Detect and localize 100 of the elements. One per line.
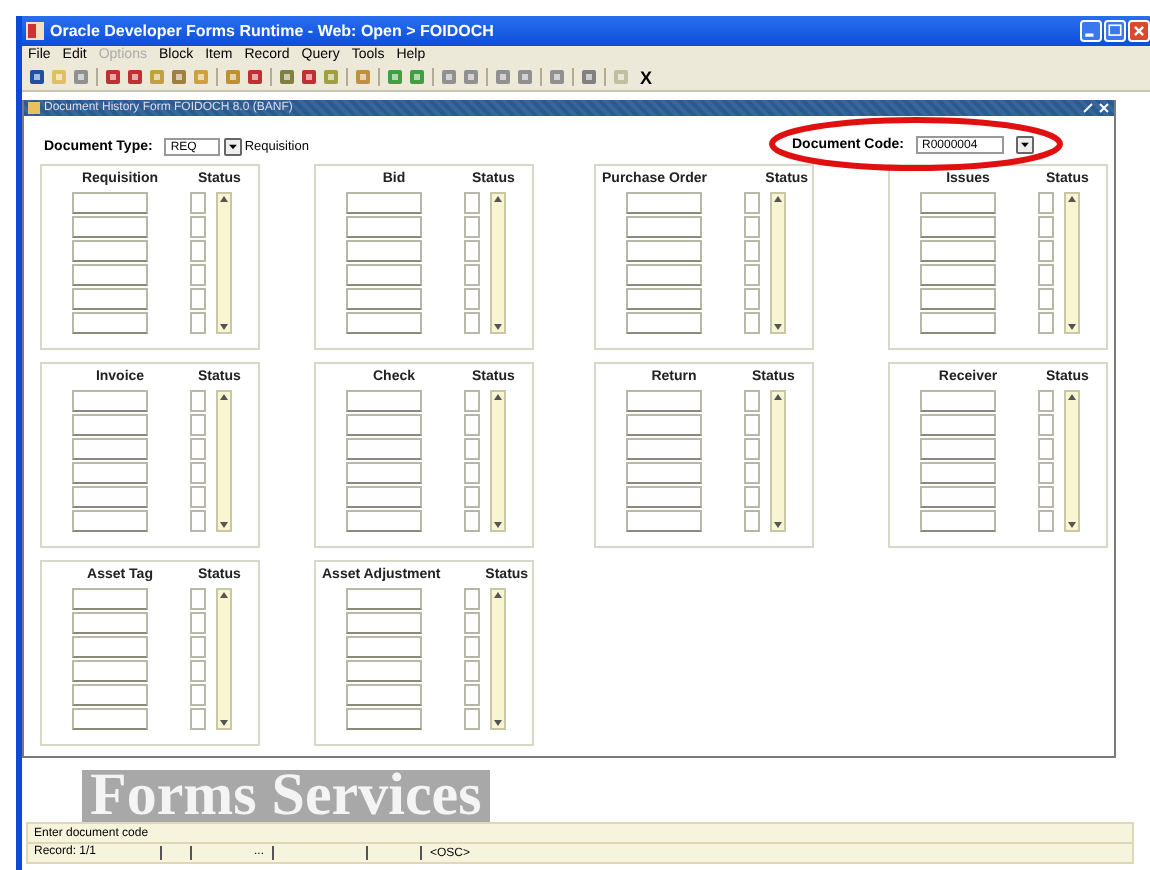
scrollbar[interactable] xyxy=(770,390,786,533)
status-field[interactable] xyxy=(190,312,206,335)
down-arrow-icon[interactable] xyxy=(772,320,784,333)
status-field[interactable] xyxy=(464,684,480,707)
input-field[interactable] xyxy=(920,510,996,533)
scrollbar[interactable] xyxy=(490,390,506,533)
input-field[interactable] xyxy=(920,438,996,461)
status-field[interactable] xyxy=(190,264,206,287)
dropdown-button[interactable] xyxy=(224,137,243,156)
input-field[interactable] xyxy=(920,486,996,509)
input-field[interactable] xyxy=(920,288,996,311)
input-field[interactable] xyxy=(346,510,422,533)
input-field[interactable] xyxy=(72,708,148,731)
maximize-button[interactable] xyxy=(1104,19,1126,42)
input-field[interactable] xyxy=(920,312,996,335)
status-field[interactable] xyxy=(464,612,480,635)
status-field[interactable] xyxy=(190,438,206,461)
input-field[interactable] xyxy=(346,636,422,659)
input-field[interactable] xyxy=(626,510,702,533)
status-field[interactable] xyxy=(744,288,760,311)
up-arrow-icon[interactable] xyxy=(1066,194,1078,207)
input-field[interactable] xyxy=(72,486,148,509)
status-field[interactable] xyxy=(744,438,760,461)
exit-button[interactable]: X xyxy=(640,67,653,88)
input-field[interactable] xyxy=(72,462,148,485)
down-arrow-icon[interactable] xyxy=(772,518,784,531)
input-field[interactable] xyxy=(72,240,148,263)
status-field[interactable] xyxy=(1038,312,1054,335)
status-field[interactable] xyxy=(190,684,206,707)
up-arrow-icon[interactable] xyxy=(218,392,230,405)
input-field[interactable] xyxy=(920,264,996,287)
up-arrow-icon[interactable] xyxy=(772,194,784,207)
input-field[interactable] xyxy=(346,414,422,437)
input-field[interactable] xyxy=(626,462,702,485)
status-field[interactable] xyxy=(464,288,480,311)
status-field[interactable] xyxy=(1038,390,1054,413)
status-field[interactable] xyxy=(464,588,480,611)
input-field[interactable] xyxy=(346,612,422,635)
status-field[interactable] xyxy=(1038,438,1054,461)
status-field[interactable] xyxy=(190,588,206,611)
input-field[interactable] xyxy=(72,312,148,335)
input-field[interactable] xyxy=(920,462,996,485)
scrollbar[interactable] xyxy=(1064,390,1080,533)
status-field[interactable] xyxy=(464,486,480,509)
status-field[interactable] xyxy=(744,414,760,437)
input-field[interactable] xyxy=(626,288,702,311)
input-field[interactable] xyxy=(920,390,996,413)
minimize-button[interactable] xyxy=(1080,19,1102,42)
status-field[interactable] xyxy=(190,462,206,485)
input-field[interactable] xyxy=(72,660,148,683)
scrollbar[interactable] xyxy=(1064,192,1080,335)
status-field[interactable] xyxy=(744,216,760,239)
dropdown-button[interactable] xyxy=(1016,136,1034,155)
status-field[interactable] xyxy=(464,438,480,461)
input-field[interactable] xyxy=(346,264,422,287)
status-field[interactable] xyxy=(190,390,206,413)
status-field[interactable] xyxy=(464,390,480,413)
status-field[interactable] xyxy=(190,192,206,215)
input-field[interactable] xyxy=(346,438,422,461)
input-field[interactable] xyxy=(920,240,996,263)
status-field[interactable] xyxy=(744,240,760,263)
status-field[interactable] xyxy=(464,312,480,335)
close-icon[interactable] xyxy=(1098,102,1110,115)
status-field[interactable] xyxy=(464,192,480,215)
status-field[interactable] xyxy=(1038,240,1054,263)
up-arrow-icon[interactable] xyxy=(218,194,230,207)
input-field[interactable] xyxy=(346,486,422,509)
status-field[interactable] xyxy=(190,240,206,263)
status-field[interactable] xyxy=(1038,486,1054,509)
scrollbar[interactable] xyxy=(490,588,506,731)
input-field[interactable] xyxy=(72,636,148,659)
close-button[interactable] xyxy=(1128,19,1150,42)
up-arrow-icon[interactable] xyxy=(492,590,504,603)
input-field[interactable] xyxy=(72,288,148,311)
status-field[interactable] xyxy=(1038,462,1054,485)
input-field[interactable] xyxy=(626,390,702,413)
input-field[interactable] xyxy=(346,708,422,731)
input-field[interactable] xyxy=(626,240,702,263)
input-field[interactable] xyxy=(346,240,422,263)
status-field[interactable] xyxy=(744,312,760,335)
input-field[interactable] xyxy=(346,216,422,239)
down-arrow-icon[interactable] xyxy=(1066,518,1078,531)
status-field[interactable] xyxy=(464,216,480,239)
input-field[interactable] xyxy=(626,264,702,287)
status-field[interactable] xyxy=(744,264,760,287)
scrollbar[interactable] xyxy=(216,192,232,335)
input-field[interactable] xyxy=(72,510,148,533)
input-field[interactable] xyxy=(72,390,148,413)
status-field[interactable] xyxy=(190,636,206,659)
input-field[interactable] xyxy=(346,684,422,707)
status-field[interactable] xyxy=(1038,264,1054,287)
input-field[interactable] xyxy=(920,192,996,215)
down-arrow-icon[interactable] xyxy=(1066,320,1078,333)
status-field[interactable] xyxy=(1038,216,1054,239)
status-field[interactable] xyxy=(464,264,480,287)
down-arrow-icon[interactable] xyxy=(218,518,230,531)
input-field[interactable] xyxy=(72,588,148,611)
up-arrow-icon[interactable] xyxy=(492,194,504,207)
input-field[interactable] xyxy=(626,414,702,437)
up-arrow-icon[interactable] xyxy=(1066,392,1078,405)
